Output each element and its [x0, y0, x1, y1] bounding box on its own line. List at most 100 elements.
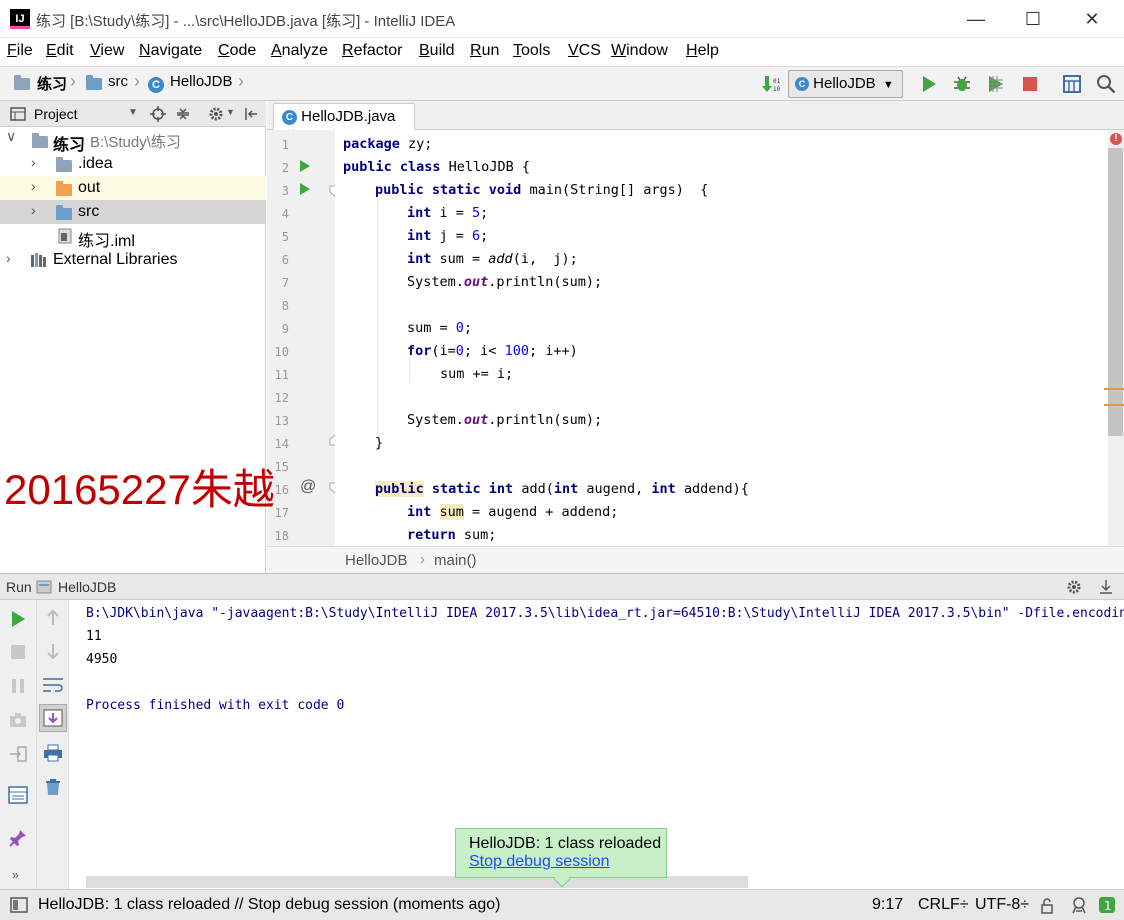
- menu-navigate[interactable]: Navigate: [139, 42, 202, 60]
- tree-item-project-root[interactable]: ∨ 练习 B:\Study\练习: [0, 128, 266, 154]
- close-button[interactable]: ✕: [1072, 6, 1112, 32]
- scroll-from-source-icon[interactable]: [150, 106, 166, 122]
- rerun-icon[interactable]: [10, 610, 26, 628]
- login-icon[interactable]: [9, 746, 27, 762]
- iml-file-icon: [58, 228, 72, 244]
- run-configuration-select[interactable]: C HelloJDB ▼: [788, 70, 903, 98]
- project-structure-icon[interactable]: [1062, 74, 1082, 94]
- line-number: 10: [274, 345, 289, 359]
- camera-icon[interactable]: [9, 712, 27, 728]
- chevron-down-icon[interactable]: ▼: [226, 107, 235, 117]
- chevron-right-icon: ›: [134, 71, 140, 91]
- breadcrumb-class[interactable]: HelloJDB: [345, 552, 408, 569]
- gear-icon[interactable]: [1066, 579, 1082, 595]
- minimize-button[interactable]: —: [956, 6, 996, 32]
- menu-run[interactable]: Run: [470, 42, 499, 60]
- tree-item-out[interactable]: › out: [0, 176, 266, 200]
- menu-edit[interactable]: Edit: [46, 42, 74, 60]
- caret-position[interactable]: 9:17: [872, 896, 903, 914]
- svg-text:01: 01: [773, 78, 780, 85]
- breadcrumb-project[interactable]: 练习: [37, 73, 67, 94]
- menu-code[interactable]: Code: [218, 42, 256, 60]
- menu-tools[interactable]: Tools: [513, 42, 550, 60]
- coverage-icon[interactable]: [986, 74, 1006, 94]
- scroll-to-end-toggle[interactable]: [39, 704, 67, 732]
- menu-refactor[interactable]: Refactor: [342, 42, 402, 60]
- run-gutter-icon[interactable]: [299, 182, 311, 196]
- line-number: 3: [281, 184, 289, 198]
- pin-icon[interactable]: [8, 828, 28, 848]
- stop-debug-session-link[interactable]: Stop debug session: [469, 853, 610, 870]
- file-encoding[interactable]: UTF-8÷: [975, 896, 1029, 914]
- menu-vcs[interactable]: VCS: [568, 42, 601, 60]
- warning-stripe[interactable]: [1104, 404, 1124, 406]
- tool-windows-icon[interactable]: [10, 897, 28, 913]
- collapse-arrow-icon[interactable]: ›: [6, 250, 11, 266]
- tree-item-external-libraries[interactable]: › External Libraries: [0, 248, 266, 272]
- debug-icon[interactable]: [952, 74, 972, 94]
- status-message[interactable]: HelloJDB: 1 class reloaded // Stop debug…: [38, 896, 500, 914]
- stop-icon[interactable]: [1020, 74, 1040, 94]
- tree-item-label: src: [78, 203, 100, 220]
- run-icon[interactable]: [919, 74, 939, 94]
- source-folder-icon: [56, 205, 72, 225]
- expand-arrow-icon[interactable]: ∨: [6, 128, 16, 145]
- code-editor[interactable]: package zy; public class HelloJDB { publ…: [335, 130, 1108, 546]
- menu-view[interactable]: View: [90, 42, 124, 60]
- tree-item-src[interactable]: › src: [0, 200, 266, 224]
- tree-item-idea[interactable]: › .idea: [0, 152, 266, 176]
- collapse-arrow-icon[interactable]: ›: [31, 202, 36, 218]
- warning-stripe[interactable]: [1104, 388, 1124, 390]
- run-panel-title: Run: [6, 579, 32, 595]
- arrow-down-icon[interactable]: [45, 643, 61, 659]
- class-icon: C: [795, 77, 809, 91]
- build-icon[interactable]: 0110: [760, 74, 780, 94]
- error-marker-icon[interactable]: !: [1110, 133, 1122, 145]
- title-bar: IJ 练习 [B:\Study\练习] - ...\src\HelloJDB.j…: [0, 0, 1124, 38]
- tree-item-iml[interactable]: 练习.iml: [0, 224, 266, 250]
- menu-analyze[interactable]: Analyze: [271, 42, 328, 60]
- implements-marker-icon[interactable]: @: [300, 478, 316, 496]
- code-line-4: int i = 5;: [407, 205, 489, 221]
- trash-icon[interactable]: [44, 778, 62, 796]
- svg-text:1: 1: [1104, 899, 1112, 913]
- project-view-icon: [10, 107, 26, 121]
- menu-help[interactable]: Help: [686, 42, 719, 60]
- stop-icon[interactable]: [10, 644, 26, 660]
- event-log-icon[interactable]: 1: [1098, 896, 1116, 914]
- folder-orange-icon: [56, 181, 72, 201]
- line-separator[interactable]: CRLF÷: [918, 896, 969, 914]
- menu-file[interactable]: File: [7, 42, 33, 60]
- breadcrumb-src[interactable]: src: [108, 73, 128, 90]
- breadcrumb-class[interactable]: HelloJDB: [170, 73, 233, 90]
- editor-scrollbar[interactable]: !: [1104, 130, 1124, 546]
- breadcrumb-method[interactable]: main(): [434, 552, 477, 569]
- hide-panel-icon[interactable]: [243, 106, 259, 122]
- tab-label: HelloJDB.java: [301, 108, 396, 125]
- print-icon[interactable]: [43, 744, 63, 762]
- pause-icon[interactable]: [10, 678, 26, 694]
- maximize-button[interactable]: ☐: [1013, 6, 1053, 32]
- menu-window[interactable]: Window: [611, 42, 668, 60]
- arrow-up-icon[interactable]: [45, 610, 61, 626]
- inspector-icon[interactable]: [1070, 896, 1088, 914]
- scrollbar-thumb[interactable]: [1108, 148, 1123, 436]
- code-line-16: public static int add(int augend, int ad…: [375, 481, 749, 497]
- run-gutter-icon[interactable]: [299, 159, 311, 173]
- chevron-down-icon[interactable]: ▼: [128, 107, 138, 118]
- run-toolbar-secondary: [37, 600, 69, 889]
- lock-icon[interactable]: [1040, 898, 1054, 914]
- tab-hellojdb-java[interactable]: C HelloJDB.java ✕: [273, 103, 415, 141]
- gear-icon[interactable]: [208, 106, 224, 122]
- search-icon[interactable]: [1096, 74, 1116, 94]
- layout-icon[interactable]: [8, 786, 28, 804]
- more-icon[interactable]: »: [12, 868, 19, 882]
- project-view-selector[interactable]: Project: [34, 106, 78, 122]
- collapse-all-icon[interactable]: [175, 106, 191, 122]
- hide-panel-icon[interactable]: [1098, 579, 1114, 595]
- collapse-arrow-icon[interactable]: ›: [31, 154, 36, 170]
- soft-wrap-icon[interactable]: [42, 676, 64, 694]
- run-config-tab[interactable]: HelloJDB: [58, 579, 116, 595]
- collapse-arrow-icon[interactable]: ›: [31, 178, 36, 194]
- menu-build[interactable]: Build: [419, 42, 455, 60]
